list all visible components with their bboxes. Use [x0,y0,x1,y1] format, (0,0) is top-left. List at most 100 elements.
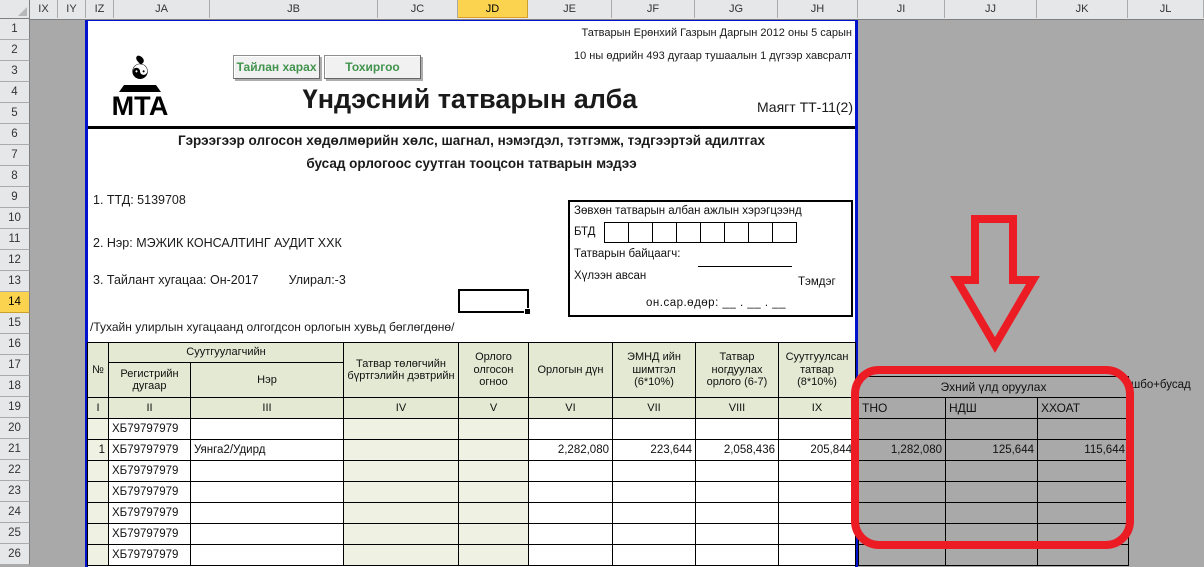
table-cell-withheld[interactable] [779,545,856,566]
table-cell-book[interactable] [344,419,459,440]
row-header-20[interactable]: 20 [0,418,30,439]
table-cell-income[interactable] [529,419,613,440]
column-header-JC[interactable]: JC [378,0,458,18]
row-header-9[interactable]: 9 [0,187,30,208]
table-cell-name[interactable] [191,524,344,545]
table-cell-book[interactable] [344,524,459,545]
table-cell-register[interactable]: ХБ79797979 [109,545,191,566]
column-header-JL[interactable]: JL [1128,0,1204,18]
view-report-button[interactable]: Тайлан харах [233,55,320,79]
table-cell-register[interactable]: ХБ79797979 [109,503,191,524]
table-cell-date[interactable] [459,461,529,482]
table-cell-date[interactable] [459,524,529,545]
column-header-JH[interactable]: JH [778,0,858,18]
table-cell-taxable[interactable] [696,524,779,545]
table-cell-name[interactable] [191,503,344,524]
table-cell-emnd[interactable] [613,545,696,566]
table-cell-withheld[interactable] [779,524,856,545]
table-cell-withheld[interactable]: 205,844 [779,440,856,461]
column-header-IX[interactable]: IX [30,0,58,18]
row-header-15[interactable]: 15 [0,313,30,334]
table-cell-income[interactable] [529,545,613,566]
table-cell-name[interactable] [191,545,344,566]
table-cell-income[interactable] [529,461,613,482]
table-cell-taxable[interactable] [696,503,779,524]
table-cell-withheld[interactable] [779,419,856,440]
column-header-JK[interactable]: JK [1037,0,1128,18]
table-cell-name[interactable] [191,461,344,482]
row-header-19[interactable]: 19 [0,397,30,418]
row-header-22[interactable]: 22 [0,460,30,481]
selected-cell[interactable] [458,289,529,313]
table-cell-register[interactable]: ХБ79797979 [109,419,191,440]
table-cell-income[interactable] [529,524,613,545]
row-header-26[interactable]: 26 [0,544,30,565]
table-cell-no[interactable] [88,524,109,545]
row-header-11[interactable]: 11 [0,229,30,250]
table-cell-no[interactable] [88,482,109,503]
table-cell-date[interactable] [459,482,529,503]
row-header-25[interactable]: 25 [0,523,30,544]
row-header-8[interactable]: 8 [0,166,30,187]
table-cell-taxable[interactable] [696,482,779,503]
select-all-corner[interactable] [0,0,30,19]
table-cell-income[interactable]: 2,282,080 [529,440,613,461]
column-header-JG[interactable]: JG [695,0,778,18]
row-header-24[interactable]: 24 [0,502,30,523]
table-cell-emnd[interactable] [613,482,696,503]
column-header-IY[interactable]: IY [58,0,86,18]
row-header-12[interactable]: 12 [0,250,30,271]
table-cell-book[interactable] [344,545,459,566]
table-cell-no[interactable] [88,503,109,524]
table-cell-book[interactable] [344,440,459,461]
table-cell-emnd[interactable] [613,503,696,524]
table-cell-emnd[interactable] [613,461,696,482]
row-header-13[interactable]: 13 [0,271,30,292]
table-cell-withheld[interactable] [779,503,856,524]
table-cell-date[interactable] [459,419,529,440]
row-header-10[interactable]: 10 [0,208,30,229]
row-header-17[interactable]: 17 [0,355,30,376]
table-cell-register[interactable]: ХБ79797979 [109,524,191,545]
column-header-JB[interactable]: JB [210,0,378,18]
column-header-JE[interactable]: JE [528,0,612,18]
row-header-18[interactable]: 18 [0,376,30,397]
table-cell-date[interactable] [459,440,529,461]
row-header-23[interactable]: 23 [0,481,30,502]
row-header-21[interactable]: 21 [0,439,30,460]
row-header-4[interactable]: 4 [0,82,30,103]
table-cell-name[interactable] [191,419,344,440]
row-header-3[interactable]: 3 [0,61,30,82]
settings-button[interactable]: Тохиргоо [324,55,421,79]
table-cell-no[interactable]: 1 [88,440,109,461]
row-header-5[interactable]: 5 [0,103,30,124]
column-header-JF[interactable]: JF [612,0,695,18]
table-cell-emnd[interactable]: 223,644 [613,440,696,461]
row-header-2[interactable]: 2 [0,40,30,61]
table-cell-withheld[interactable] [779,461,856,482]
table-cell-register[interactable]: ХБ79797979 [109,440,191,461]
row-header-14[interactable]: 14 [0,292,30,313]
column-header-IZ[interactable]: IZ [86,0,114,18]
row-header-6[interactable]: 6 [0,124,30,145]
table-cell-book[interactable] [344,482,459,503]
table-cell-income[interactable] [529,503,613,524]
table-cell-taxable[interactable] [696,545,779,566]
table-cell-emnd[interactable] [613,524,696,545]
table-cell-book[interactable] [344,503,459,524]
table-cell-register[interactable]: ХБ79797979 [109,482,191,503]
column-header-JA[interactable]: JA [114,0,210,18]
table-cell-no[interactable] [88,461,109,482]
table-cell-no[interactable] [88,545,109,566]
table-cell-taxable[interactable]: 2,058,436 [696,440,779,461]
table-cell-book[interactable] [344,461,459,482]
row-header-1[interactable]: 1 [0,19,30,40]
table-cell-taxable[interactable] [696,461,779,482]
table-cell-date[interactable] [459,545,529,566]
table-cell-emnd[interactable] [613,419,696,440]
row-header-16[interactable]: 16 [0,334,30,355]
table-cell-income[interactable] [529,482,613,503]
table-cell-no[interactable] [88,419,109,440]
table-cell-withheld[interactable] [779,482,856,503]
row-header-7[interactable]: 7 [0,145,30,166]
